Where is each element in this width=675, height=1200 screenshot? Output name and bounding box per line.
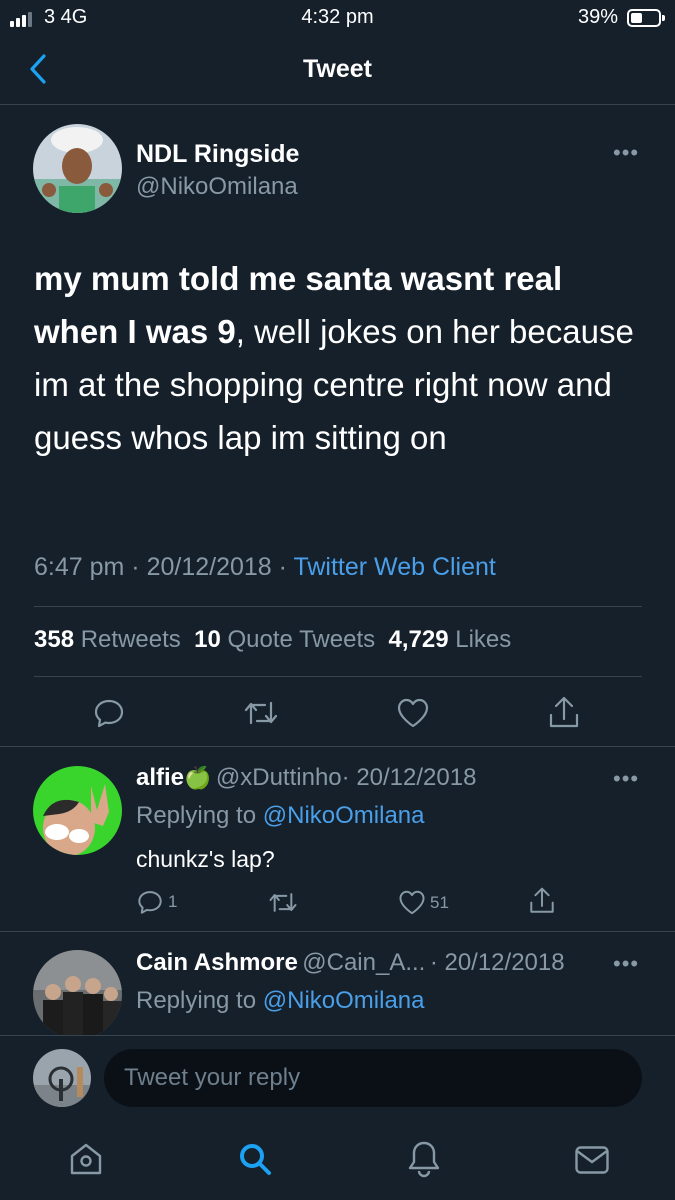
retweets-label: Retweets [80,626,181,653]
reply-reply-button[interactable]: 1 [136,888,177,916]
stats-divider [34,676,642,677]
status-bar: 3 4G 4:32 pm 39% [0,0,675,36]
reply-button[interactable] [92,696,126,730]
reply-date-2: · 20/12/2018 [429,949,565,976]
reply-header: alfie🍏 @xDuttinho· 20/12/2018 [136,764,476,792]
replying-to: Replying to @NikoOmilana [136,802,425,830]
reply-more-options-icon-2[interactable]: ••• [613,951,639,977]
tweet-text: my mum told me santa wasnt real when I w… [34,252,634,464]
my-avatar-image [33,1049,91,1107]
my-avatar[interactable] [33,1049,91,1107]
quote-tweets-count: 10 [194,626,221,653]
replying-to-prefix-2: Replying to [136,987,257,1014]
reply-input[interactable] [104,1049,642,1107]
page-title: Tweet [303,55,372,83]
tab-messages[interactable] [574,1145,610,1175]
reply-more-options-icon[interactable]: ••• [613,766,639,792]
reply-date: · 20/12/2018 [341,764,477,791]
likes-count: 4,729 [388,626,449,653]
battery-icon [627,9,665,27]
retweet-icon [269,893,297,912]
author-handle[interactable]: @NikoOmilana [136,173,298,201]
avatar-image [33,124,122,213]
share-button[interactable] [547,695,581,731]
reply-share-button[interactable] [528,886,556,916]
reply-divider [0,931,675,932]
replying-to-prefix: Replying to [136,802,257,829]
share-icon [530,887,554,913]
home-icon [70,1143,102,1175]
retweet-icon [244,701,278,725]
reply-retweet-button[interactable] [268,889,298,916]
heart-icon [397,698,429,728]
notifications-icon [408,1141,440,1178]
reply-header-2: Cain Ashmore @Cain_A... · 20/12/2018 [136,949,565,977]
tweet-time: 6:47 pm [34,553,125,581]
tab-search[interactable] [237,1141,273,1177]
replying-to-handle-2[interactable]: @NikoOmilana [263,987,425,1014]
author-avatar[interactable] [33,124,122,213]
like-button[interactable] [396,697,430,729]
meta-separator: · [131,553,140,581]
replying-to-handle[interactable]: @NikoOmilana [263,802,425,829]
replying-to-2: Replying to @NikoOmilana [136,987,425,1015]
reply-avatar-2[interactable] [33,950,122,1039]
quote-tweets-label: Quote Tweets [227,626,376,653]
quote-tweets-stat[interactable]: 10 Quote Tweets [194,626,375,653]
tweet-divider [0,746,675,747]
header-divider [0,104,675,105]
meta-separator: · [278,553,287,581]
tweet-date: 20/12/2018 [146,553,272,581]
reply-author-name-2[interactable]: Cain Ashmore [136,949,298,976]
likes-label: Likes [455,626,512,653]
apple-emoji-icon: 🍏 [184,765,212,790]
reply-author-name[interactable]: alfie [136,764,184,791]
tab-home[interactable] [68,1141,104,1177]
retweet-button[interactable] [243,697,279,729]
search-icon [240,1144,271,1175]
meta-divider [34,606,642,607]
more-options-icon[interactable]: ••• [613,140,639,166]
reply-icon [138,891,162,914]
share-icon [549,696,579,728]
reply-author-handle[interactable]: @xDuttinho [216,764,342,791]
reply-avatar[interactable] [33,766,122,855]
heart-icon [399,890,425,915]
reply-like-button[interactable]: 51 [398,889,449,916]
tweet-meta: 6:47 pm · 20/12/2018 · Twitter Web Clien… [34,553,496,582]
like-count: 51 [430,892,449,912]
retweets-stat[interactable]: 358 Retweets [34,626,181,653]
reply-avatar-2-image [33,950,122,1039]
author-name[interactable]: NDL Ringside [136,140,299,169]
likes-stat[interactable]: 4,729 Likes [388,626,511,653]
retweets-count: 358 [34,626,75,653]
tweet-stats: 358 Retweets 10 Quote Tweets 4,729 Likes [34,626,511,654]
reply-text: chunkz's lap? [136,846,275,872]
battery-percent: 39% [578,6,619,28]
composer-divider [0,1035,675,1036]
messages-icon [575,1146,609,1174]
reply-icon [94,699,124,728]
tab-notifications[interactable] [406,1140,442,1178]
tweet-client-link[interactable]: Twitter Web Client [293,553,495,581]
reply-author-handle-2[interactable]: @Cain_A... [302,949,425,976]
reply-count: 1 [168,892,178,911]
status-time: 4:32 pm [301,6,374,28]
reply-avatar-image [33,766,122,855]
